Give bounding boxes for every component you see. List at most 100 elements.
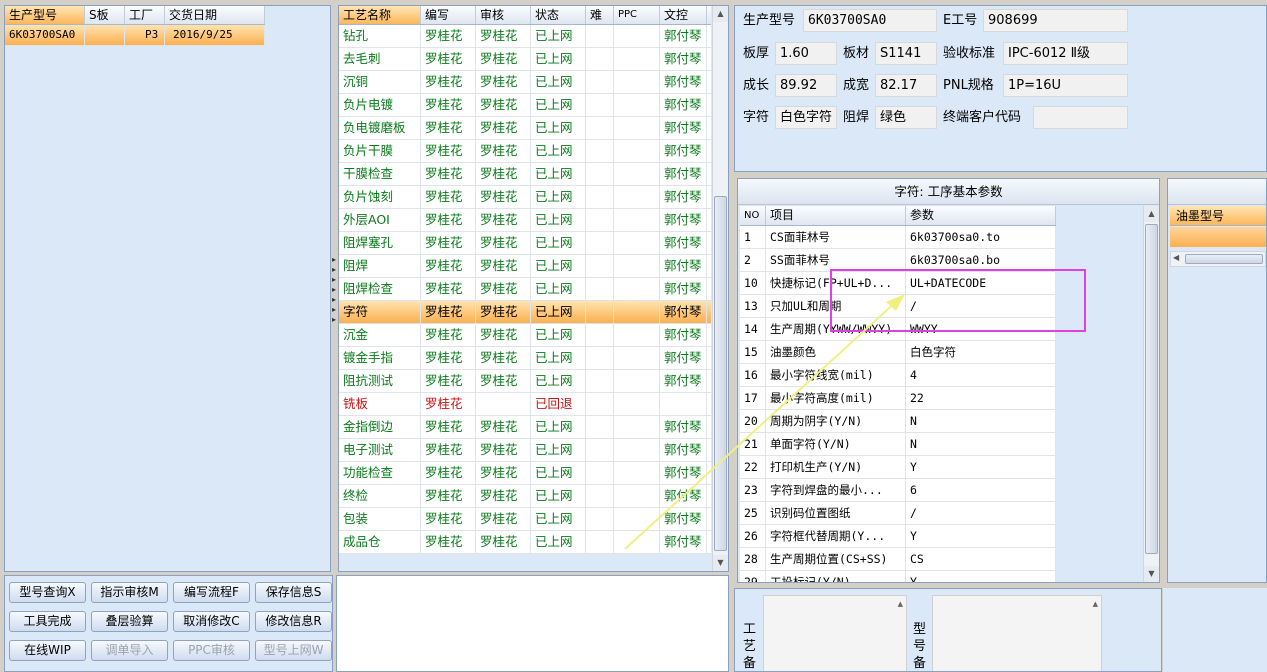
- table-row[interactable]: 29 工投标记(Y/N) Y: [740, 571, 1056, 582]
- model-query-button[interactable]: 型号查询X: [9, 582, 86, 603]
- length-field[interactable]: 89.92: [775, 74, 837, 97]
- table-row[interactable]: 功能检查 罗桂花 罗桂花 已上网 郭付琴: [339, 462, 711, 485]
- table-row[interactable]: 26 字符框代替周期(Y... Y: [740, 525, 1056, 548]
- table-row[interactable]: 包装 罗桂花 罗桂花 已上网 郭付琴: [339, 508, 711, 531]
- char-field[interactable]: 白色字符: [775, 106, 837, 129]
- thickness-field[interactable]: 1.60: [775, 42, 837, 65]
- table-row[interactable]: 铣板 罗桂花 已回退: [339, 393, 711, 416]
- material-field[interactable]: S1141: [875, 42, 937, 65]
- scroll-left-icon[interactable]: ◀: [1173, 253, 1179, 262]
- table-row[interactable]: 13 只加UL和周期 /: [740, 295, 1056, 318]
- scroll-thumb[interactable]: [714, 196, 727, 551]
- pnl-label: PNL规格: [943, 78, 994, 93]
- col-process-name[interactable]: 工艺名称: [339, 6, 421, 24]
- table-row[interactable]: 金指倒边 罗桂花 罗桂花 已上网 郭付琴: [339, 416, 711, 439]
- instruction-review-button[interactable]: 指示审核M: [91, 582, 168, 603]
- table-row[interactable]: 20 周期为阴字(Y/N) N: [740, 410, 1056, 433]
- cell-ppc: [614, 347, 660, 369]
- modify-info-button[interactable]: 修改信息R: [255, 611, 332, 632]
- cell-doc-control: 郭付琴: [660, 232, 707, 254]
- col-no[interactable]: NO: [740, 206, 766, 225]
- table-row[interactable]: 外层AOI 罗桂花 罗桂花 已上网 郭付琴: [339, 209, 711, 232]
- table-row[interactable]: 28 生产周期位置(CS+SS) CS: [740, 548, 1056, 571]
- cell-reviewer: 罗桂花: [476, 278, 531, 300]
- col-ppc[interactable]: PPC: [614, 6, 660, 24]
- table-row[interactable]: 阻焊检查 罗桂花 罗桂花 已上网 郭付琴: [339, 278, 711, 301]
- col-item[interactable]: 项目: [766, 206, 906, 225]
- table-row[interactable]: 阻抗测试 罗桂花 罗桂花 已上网 郭付琴: [339, 370, 711, 393]
- table-row[interactable]: 钻孔 罗桂花 罗桂花 已上网 郭付琴: [339, 25, 711, 48]
- col-value[interactable]: 参数: [906, 206, 1056, 225]
- params-scrollbar[interactable]: ▲ ▼: [1143, 206, 1159, 582]
- process-list-scrollbar[interactable]: ▲ ▼: [712, 6, 728, 571]
- table-row[interactable]: 负片电镀 罗桂花 罗桂花 已上网 郭付琴: [339, 94, 711, 117]
- table-row[interactable]: 6K03700SA0 P3 2016/9/25: [5, 25, 265, 46]
- col-difficulty[interactable]: 难: [586, 6, 614, 24]
- col-status[interactable]: 状态: [531, 6, 586, 24]
- table-row[interactable]: 15 油墨颜色 白色字符: [740, 341, 1056, 364]
- scroll-thumb[interactable]: [1145, 224, 1158, 554]
- col-doc-control[interactable]: 文控: [660, 6, 707, 24]
- model-field[interactable]: 6K03700SA0: [803, 9, 937, 32]
- model-online-button[interactable]: 型号上网W: [255, 640, 332, 661]
- table-row[interactable]: 阻焊 罗桂花 罗桂花 已上网 郭付琴: [339, 255, 711, 278]
- table-row[interactable]: 负片蚀刻 罗桂花 罗桂花 已上网 郭付琴: [339, 186, 711, 209]
- table-row[interactable]: 10 快捷标记(FP+UL+D... UL+DATECODE: [740, 272, 1056, 295]
- process-note-box[interactable]: ▲: [763, 595, 907, 671]
- cancel-edit-button[interactable]: 取消修改C: [173, 611, 250, 632]
- table-row[interactable]: 16 最小字符线宽(mil) 4: [740, 364, 1056, 387]
- col-model[interactable]: 生产型号: [5, 6, 85, 24]
- mask-field[interactable]: 绿色: [875, 106, 937, 129]
- table-row[interactable]: 终检 罗桂花 罗桂花 已上网 郭付琴: [339, 485, 711, 508]
- pnl-field[interactable]: 1P=16U: [1003, 74, 1128, 97]
- tool-complete-button[interactable]: 工具完成: [9, 611, 86, 632]
- table-row[interactable]: 字符 罗桂花 罗桂花 已上网 郭付琴: [339, 301, 711, 324]
- table-row[interactable]: 23 字符到焊盘的最小... 6: [740, 479, 1056, 502]
- col-s-board[interactable]: S板: [85, 6, 125, 24]
- table-row[interactable]: 2 SS面菲林号 6k03700sa0.bo: [740, 249, 1056, 272]
- table-row[interactable]: 沉铜 罗桂花 罗桂花 已上网 郭付琴: [339, 71, 711, 94]
- col-reviewer[interactable]: 审核: [476, 6, 531, 24]
- cell-reviewer: 罗桂花: [476, 140, 531, 162]
- table-row[interactable]: 负片干膜 罗桂花 罗桂花 已上网 郭付琴: [339, 140, 711, 163]
- col-delivery[interactable]: 交货日期: [165, 6, 265, 24]
- ppc-review-button[interactable]: PPC审核: [173, 640, 250, 661]
- table-row[interactable]: 干膜检查 罗桂花 罗桂花 已上网 郭付琴: [339, 163, 711, 186]
- scroll-up-icon[interactable]: ▲: [1144, 206, 1159, 222]
- layer-check-button[interactable]: 叠层验算: [91, 611, 168, 632]
- save-info-button[interactable]: 保存信息S: [255, 582, 332, 603]
- table-row[interactable]: 去毛刺 罗桂花 罗桂花 已上网 郭付琴: [339, 48, 711, 71]
- table-row[interactable]: 22 打印机生产(Y/N) Y: [740, 456, 1056, 479]
- ink-header[interactable]: 油墨型号: [1170, 206, 1266, 226]
- table-row[interactable]: 17 最小字符高度(mil) 22: [740, 387, 1056, 410]
- scroll-down-icon[interactable]: ▼: [1144, 566, 1159, 582]
- width-field[interactable]: 82.17: [875, 74, 937, 97]
- import-order-button[interactable]: 调单导入: [91, 640, 168, 661]
- cell-difficulty: [586, 140, 614, 162]
- table-row[interactable]: 14 生产周期(YYWW/WWYY) WWYY: [740, 318, 1056, 341]
- table-row[interactable]: 阻焊塞孔 罗桂花 罗桂花 已上网 郭付琴: [339, 232, 711, 255]
- table-row[interactable]: 镀金手指 罗桂花 罗桂花 已上网 郭付琴: [339, 347, 711, 370]
- edit-flow-button[interactable]: 编写流程F: [173, 582, 250, 603]
- splitter-handle[interactable]: ▸ ▸ ▸ ▸ ▸ ▸ ▸: [331, 5, 338, 572]
- scroll-up-icon[interactable]: ▲: [898, 600, 903, 608]
- table-row[interactable]: 1 CS面菲林号 6k03700sa0.to: [740, 226, 1056, 249]
- ink-hscrollbar[interactable]: ◀: [1170, 251, 1266, 267]
- cell-ppc: [614, 25, 660, 47]
- standard-field[interactable]: IPC-6012 Ⅱ级: [1003, 42, 1128, 65]
- table-row[interactable]: 25 识别码位置图纸 /: [740, 502, 1056, 525]
- table-row[interactable]: 21 单面字符(Y/N) N: [740, 433, 1056, 456]
- online-wip-button[interactable]: 在线WIP: [9, 640, 86, 661]
- table-row[interactable]: 电子测试 罗桂花 罗桂花 已上网 郭付琴: [339, 439, 711, 462]
- col-writer[interactable]: 编写: [421, 6, 476, 24]
- scroll-up-icon[interactable]: ▲: [713, 6, 728, 22]
- scroll-down-icon[interactable]: ▼: [713, 555, 728, 571]
- e-no-field[interactable]: 908699: [983, 9, 1128, 32]
- table-row[interactable]: 负电镀磨板 罗桂花 罗桂花 已上网 郭付琴: [339, 117, 711, 140]
- col-factory[interactable]: 工厂: [125, 6, 165, 24]
- scroll-up-icon[interactable]: ▲: [1093, 600, 1098, 608]
- table-row[interactable]: 沉金 罗桂花 罗桂花 已上网 郭付琴: [339, 324, 711, 347]
- table-row[interactable]: 成品仓 罗桂花 罗桂花 已上网 郭付琴: [339, 531, 711, 554]
- customer-field[interactable]: [1033, 106, 1128, 129]
- model-note-box[interactable]: ▲: [932, 595, 1102, 671]
